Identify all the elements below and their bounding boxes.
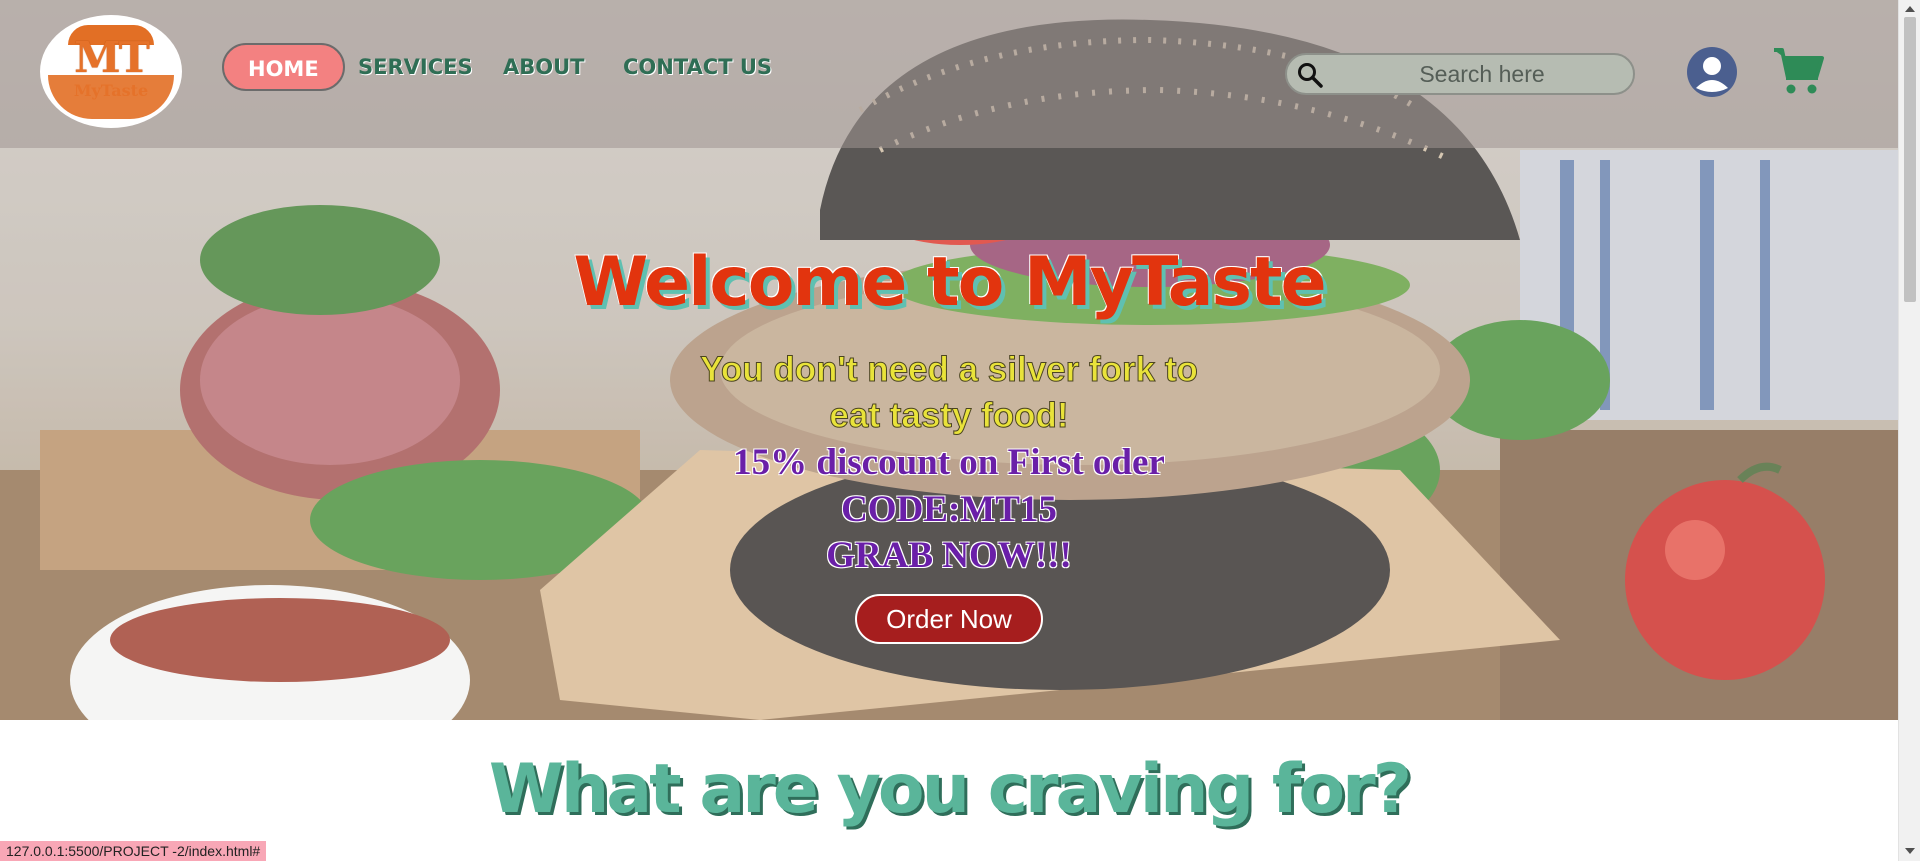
cart-icon[interactable]	[1772, 46, 1826, 96]
brand-logo[interactable]: MT MyTaste	[40, 15, 182, 128]
promo-discount-text: 15% discount on First oder	[733, 442, 1165, 483]
scrollbar-thumb[interactable]	[1904, 17, 1916, 302]
section-title: What are you craving for?	[488, 750, 1412, 829]
user-icon[interactable]	[1686, 46, 1738, 98]
hero-tagline-line2: eat tasty food!	[829, 396, 1069, 436]
page-viewport: MT MyTaste HOME SERVICES ABOUT CONTACT U…	[0, 0, 1898, 861]
order-now-button[interactable]: Order Now	[855, 594, 1043, 644]
search-bar	[1285, 53, 1635, 95]
search-icon[interactable]	[1297, 62, 1323, 88]
search-input[interactable]	[1337, 59, 1627, 89]
hero-tagline-line1: You don't need a silver fork to	[700, 350, 1199, 390]
logo-mark: MT	[74, 33, 150, 82]
nav-item-home[interactable]: HOME	[222, 43, 345, 91]
promo-code-text: CODE:MT15	[841, 489, 1057, 530]
logo-name: MyTaste	[73, 81, 149, 100]
promo-grab-text: GRAB NOW!!!	[826, 535, 1072, 576]
hero-title: Welcome to MyTaste	[573, 243, 1326, 322]
vertical-scrollbar[interactable]	[1898, 0, 1920, 861]
scroll-up-arrow-icon[interactable]	[1904, 4, 1916, 14]
nav-item-services[interactable]: SERVICES	[358, 43, 473, 91]
status-bar-url: 127.0.0.1:5500/PROJECT -2/index.html#	[0, 841, 267, 861]
nav-item-contact-us[interactable]: CONTACT US	[623, 43, 772, 91]
scroll-down-arrow-icon[interactable]	[1904, 846, 1916, 856]
site-header: MT MyTaste HOME SERVICES ABOUT CONTACT U…	[0, 0, 1898, 148]
nav-item-about[interactable]: ABOUT	[503, 43, 585, 91]
